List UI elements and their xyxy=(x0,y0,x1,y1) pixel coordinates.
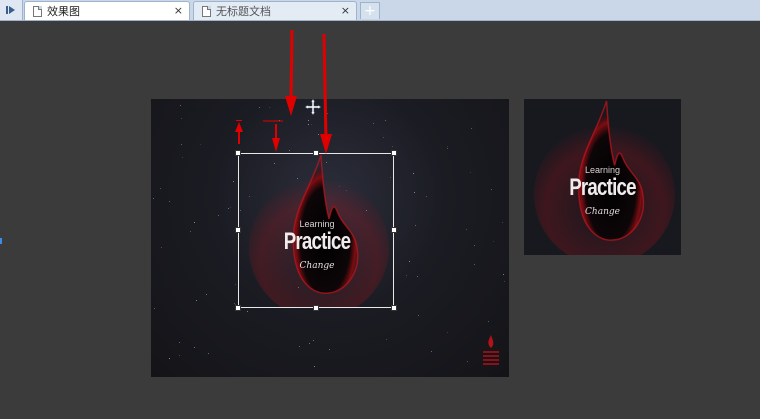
move-cursor-icon xyxy=(305,99,321,115)
annotation-arrow-1 xyxy=(289,29,294,103)
annotation-arrowhead-1 xyxy=(285,96,297,116)
annotation-arrows xyxy=(235,29,332,154)
annotation-arrowhead-4 xyxy=(235,122,243,132)
annotation-arrowhead-2 xyxy=(320,134,332,154)
annotation-arrow-2 xyxy=(322,33,328,141)
annotation-arrowhead-3 xyxy=(272,138,280,152)
